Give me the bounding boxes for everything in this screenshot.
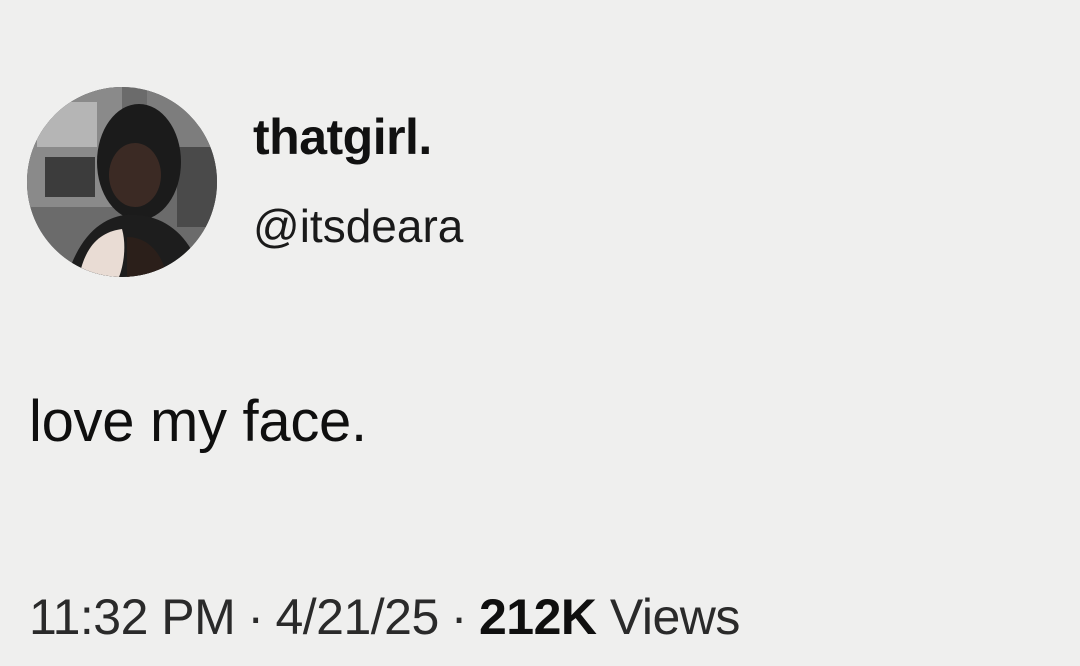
meta-separator: · xyxy=(450,589,468,645)
tweet-date[interactable]: 4/21/25 xyxy=(275,589,439,645)
tweet-meta: 11:32 PM · 4/21/25 · 212K Views xyxy=(29,592,740,642)
profile-photo-icon xyxy=(27,87,217,277)
tweet-card: thatgirl. @itsdeara love my face. 11:32 … xyxy=(0,0,1080,666)
user-handle[interactable]: @itsdeara xyxy=(253,203,463,249)
display-name[interactable]: thatgirl. xyxy=(253,112,432,162)
avatar[interactable] xyxy=(27,87,217,277)
views-label: Views xyxy=(609,589,740,645)
tweet-time[interactable]: 11:32 PM xyxy=(29,589,236,645)
views-count: 212K xyxy=(478,589,597,645)
tweet-text: love my face. xyxy=(29,389,367,454)
meta-separator: · xyxy=(247,589,264,645)
